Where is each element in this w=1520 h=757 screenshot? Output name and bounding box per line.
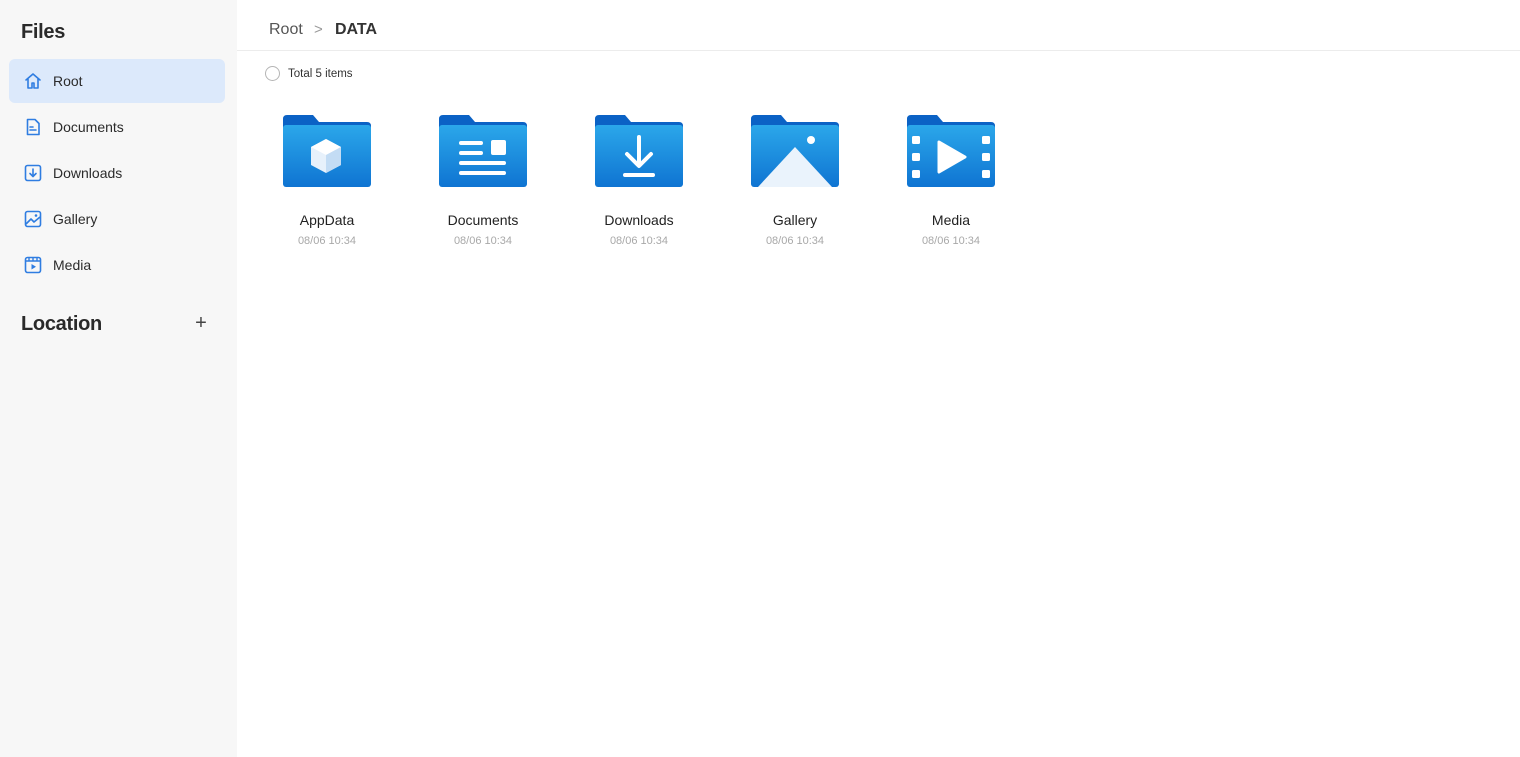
sidebar-item-label: Root xyxy=(53,73,83,89)
folder-name: Downloads xyxy=(604,212,674,228)
media-folder-icon xyxy=(907,115,995,187)
breadcrumb-separator: > xyxy=(314,21,323,38)
items-summary: Total 5 items xyxy=(265,66,353,81)
documents-folder-icon xyxy=(439,115,527,187)
video-icon xyxy=(23,255,43,275)
sidebar-item-documents[interactable]: Documents xyxy=(9,105,225,149)
sidebar-item-root[interactable]: Root xyxy=(9,59,225,103)
gallery-folder-icon xyxy=(751,115,839,187)
folder-date: 08/06 10:34 xyxy=(453,235,513,247)
folder-item-appdata[interactable]: AppData 08/06 10:34 xyxy=(264,112,390,247)
folder-item-gallery[interactable]: Gallery 08/06 10:34 xyxy=(732,112,858,247)
select-all-checkbox[interactable] xyxy=(265,66,280,81)
sidebar-nav: Root Documents Downloads Gallery Media xyxy=(9,59,225,289)
breadcrumb-current: DATA xyxy=(335,21,378,38)
home-icon xyxy=(23,71,43,91)
image-icon xyxy=(23,209,43,229)
sidebar-item-downloads[interactable]: Downloads xyxy=(9,151,225,195)
breadcrumb: Root > DATA xyxy=(237,0,1520,51)
folder-item-downloads[interactable]: Downloads 08/06 10:34 xyxy=(576,112,702,247)
sidebar: Files Root Documents Downloads Gallery M… xyxy=(0,0,237,757)
folder-name: Documents xyxy=(447,212,519,228)
folder-name: AppData xyxy=(299,212,355,228)
folder-date: 08/06 10:34 xyxy=(921,235,981,247)
folder-item-documents[interactable]: Documents 08/06 10:34 xyxy=(420,112,546,247)
sidebar-title: Files xyxy=(21,21,66,43)
sidebar-item-label: Documents xyxy=(53,119,124,135)
downloads-folder-icon xyxy=(595,115,683,187)
location-title: Location xyxy=(21,313,102,335)
folder-date: 08/06 10:34 xyxy=(297,235,357,247)
app-data-folder-icon xyxy=(283,115,371,187)
breadcrumb-root[interactable]: Root xyxy=(269,20,303,40)
download-icon xyxy=(23,163,43,183)
folder-name: Gallery xyxy=(772,212,818,228)
folder-grid: AppData 08/06 10:34 Documents 08/06 10:3… xyxy=(264,112,1044,247)
sidebar-item-label: Downloads xyxy=(53,165,123,181)
folder-date: 08/06 10:34 xyxy=(765,235,825,247)
item-count-text: Total 5 items xyxy=(288,67,353,80)
sidebar-item-label: Media xyxy=(53,257,92,273)
sidebar-item-label: Gallery xyxy=(53,211,98,227)
folder-name: Media xyxy=(931,212,971,228)
folder-item-media[interactable]: Media 08/06 10:34 xyxy=(888,112,1014,247)
sidebar-item-gallery[interactable]: Gallery xyxy=(9,197,225,241)
document-icon xyxy=(23,117,43,137)
sidebar-item-media[interactable]: Media xyxy=(9,243,225,287)
add-location-button[interactable]: + xyxy=(191,312,211,334)
folder-date: 08/06 10:34 xyxy=(609,235,669,247)
